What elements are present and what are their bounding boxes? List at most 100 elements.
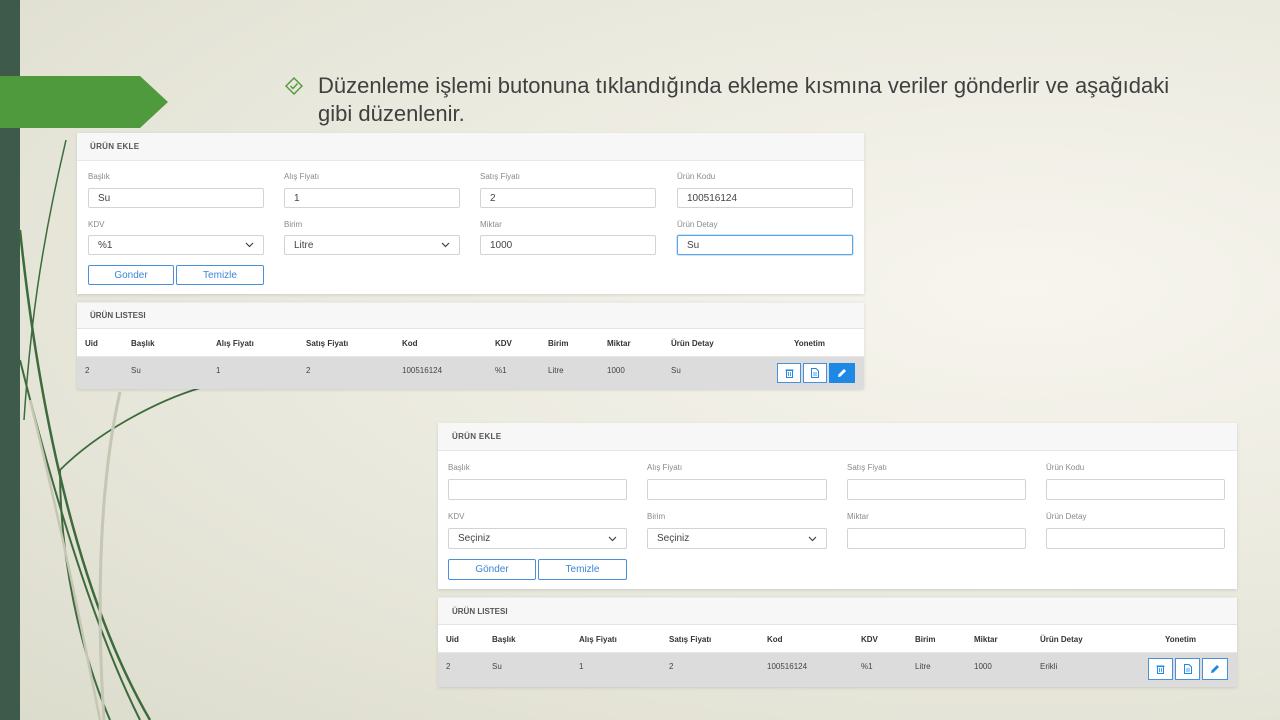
col-yonetim: Yonetim [794, 339, 825, 348]
pencil-icon [838, 369, 846, 377]
birim-select-value: Litre [294, 239, 314, 251]
satis-fiyati-input[interactable] [847, 479, 1026, 500]
submit-button[interactable]: Gönder [448, 559, 536, 580]
kdv-select[interactable]: %1 [88, 235, 264, 255]
alis-fiyati-input[interactable]: 1 [284, 188, 460, 208]
baslik-input[interactable] [448, 479, 627, 500]
view-button[interactable] [803, 363, 827, 383]
urun-detay-input[interactable] [1046, 528, 1225, 549]
table-row: 2 Su 1 2 100516124 %1 Litre 1000 Erikli [438, 653, 1237, 687]
pencil-icon [1211, 665, 1219, 673]
label-alis-fiyati: Alış Fiyatı [647, 463, 683, 472]
urun-kodu-input[interactable] [1046, 479, 1225, 500]
kdv-select[interactable]: Seçiniz [448, 528, 627, 549]
label-satis-fiyati: Satış Fiyatı [847, 463, 888, 472]
col-miktar: Miktar [974, 635, 998, 644]
label-miktar: Miktar [847, 512, 869, 521]
label-urun-detay: Ürün Detay [677, 220, 718, 229]
bottom-list-card: ÜRÜN LISTESI Uid Başlık Alış Fiyatı Satı… [438, 597, 1237, 687]
col-kod: Kod [767, 635, 783, 644]
cell-urun-detay: Su [671, 366, 681, 375]
col-yonetim: Yonetim [1165, 635, 1196, 644]
urun-detay-input[interactable]: Su [677, 235, 853, 255]
label-satis-fiyati: Satış Fiyatı [480, 172, 521, 181]
kdv-select-value: %1 [98, 239, 113, 251]
form-title: ÜRÜN EKLE [77, 133, 864, 161]
col-alis-fiyati: Alış Fiyatı [216, 339, 254, 348]
chevron-down-icon [441, 242, 450, 248]
cell-miktar: 1000 [974, 662, 992, 671]
delete-button[interactable] [777, 363, 801, 383]
col-satis-fiyati: Satış Fiyatı [306, 339, 349, 348]
cell-birim: Litre [548, 366, 564, 375]
label-kdv: KDV [448, 512, 465, 521]
col-baslik: Başlık [131, 339, 155, 348]
kdv-select-value: Seçiniz [458, 533, 491, 544]
chevron-down-icon [608, 536, 617, 541]
cell-urun-detay: Erikli [1040, 662, 1058, 671]
document-icon [811, 368, 819, 378]
edit-button[interactable] [1202, 658, 1228, 680]
birim-select[interactable]: Litre [284, 235, 460, 255]
col-kdv: KDV [861, 635, 878, 644]
label-birim: Birim [647, 512, 666, 521]
chevron-down-icon [808, 536, 817, 541]
cell-satis-fiyati: 2 [306, 366, 311, 375]
delete-button[interactable] [1148, 658, 1173, 680]
view-button[interactable] [1175, 658, 1200, 680]
clear-button[interactable]: Temizle [176, 265, 264, 285]
miktar-input[interactable]: 1000 [480, 235, 656, 255]
edit-button[interactable] [829, 363, 855, 383]
label-birim: Birim [284, 220, 303, 229]
col-uid: Uid [85, 339, 98, 348]
cell-satis-fiyati: 2 [669, 662, 674, 671]
label-miktar: Miktar [480, 220, 502, 229]
trash-icon [1156, 665, 1165, 674]
list-title: ÜRÜN LISTESI [438, 597, 1237, 625]
table-header: Uid Başlık Alış Fiyatı Satış Fiyatı Kod … [438, 625, 1237, 653]
col-urun-detay: Ürün Detay [671, 339, 714, 348]
cell-kdv: %1 [861, 662, 873, 671]
table-header: Uid Başlık Alış Fiyatı Satış Fiyatı Kod … [77, 329, 864, 357]
cell-birim: Litre [915, 662, 931, 671]
cell-uid: 2 [85, 366, 90, 375]
label-baslik: Başlık [88, 172, 110, 181]
urun-kodu-input[interactable]: 100516124 [677, 188, 853, 208]
top-list-card: ÜRÜN LISTESI Uid Başlık Alış Fiyatı Satı… [77, 302, 864, 389]
birim-select-value: Seçiniz [657, 533, 690, 544]
birim-select[interactable]: Seçiniz [647, 528, 827, 549]
slide-bullet-text: Düzenleme işlemi butonuna tıklandığında … [318, 73, 1170, 126]
col-baslik: Başlık [492, 635, 516, 644]
label-urun-kodu: Ürün Kodu [1046, 463, 1085, 472]
alis-fiyati-input[interactable] [647, 479, 827, 500]
diamond-check-icon [285, 77, 303, 95]
col-satis-fiyati: Satış Fiyatı [669, 635, 712, 644]
baslik-input[interactable]: Su [88, 188, 264, 208]
cell-alis-fiyati: 1 [216, 366, 221, 375]
list-title: ÜRÜN LISTESI [77, 302, 864, 329]
col-urun-detay: Ürün Detay [1040, 635, 1083, 644]
cell-kdv: %1 [495, 366, 507, 375]
satis-fiyati-input[interactable]: 2 [480, 188, 656, 208]
cell-alis-fiyati: 1 [579, 662, 584, 671]
submit-button[interactable]: Gonder [88, 265, 174, 285]
miktar-input[interactable] [847, 528, 1026, 549]
cell-baslik: Su [492, 662, 502, 671]
col-uid: Uid [446, 635, 459, 644]
document-icon [1183, 664, 1192, 674]
col-birim: Birim [915, 635, 936, 644]
col-miktar: Miktar [607, 339, 631, 348]
chevron-down-icon [245, 242, 254, 248]
table-row: 2 Su 1 2 100516124 %1 Litre 1000 Su [77, 357, 864, 389]
col-kod: Kod [402, 339, 418, 348]
form-title: ÜRÜN EKLE [438, 423, 1237, 451]
clear-button[interactable]: Temizle [538, 559, 627, 580]
label-baslik: Başlık [448, 463, 470, 472]
label-urun-kodu: Ürün Kodu [677, 172, 716, 181]
bottom-form-card: ÜRÜN EKLE Başlık Alış Fiyatı Satış Fiyat… [438, 423, 1237, 589]
cell-kod: 100516124 [767, 662, 808, 671]
cell-kod: 100516124 [402, 366, 443, 375]
top-form-card: ÜRÜN EKLE Başlık Alış Fiyatı Satış Fiyat… [77, 133, 864, 294]
col-alis-fiyati: Alış Fiyatı [579, 635, 617, 644]
trash-icon [785, 369, 793, 378]
